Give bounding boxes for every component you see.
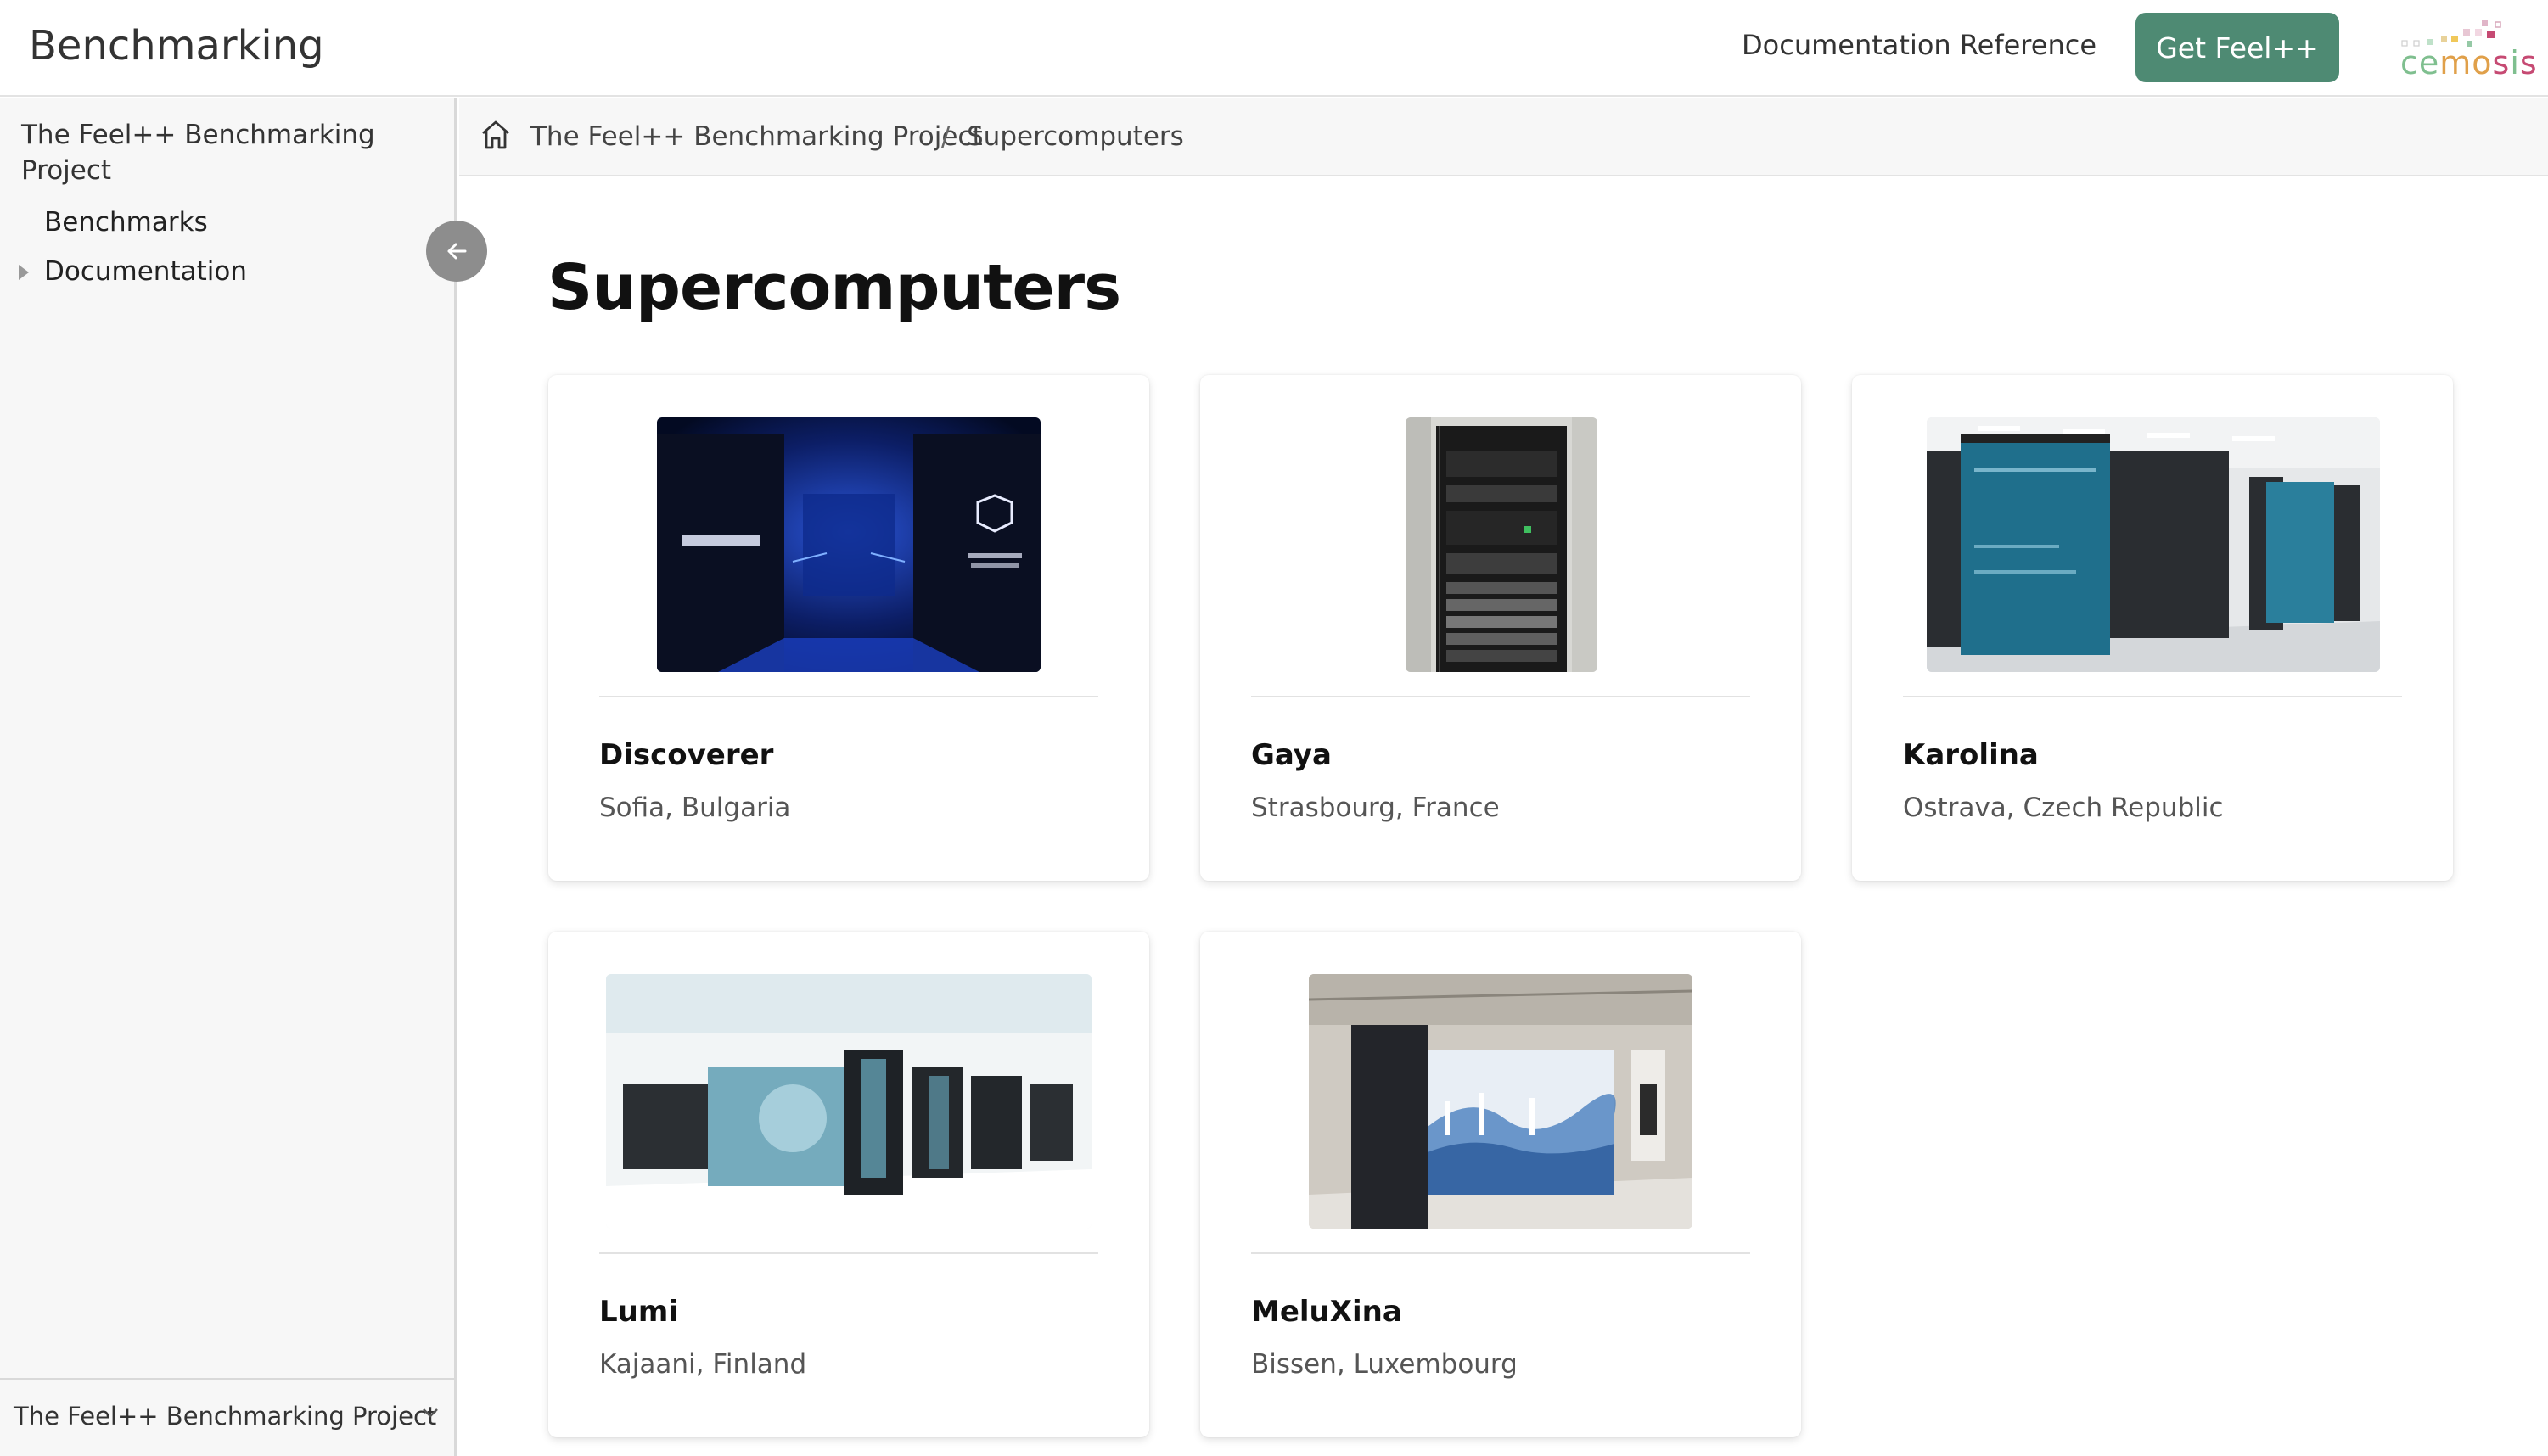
breadcrumb-project-link[interactable]: The Feel++ Benchmarking Project [530,121,983,152]
cemosis-logo[interactable]: cemosis [2394,17,2537,81]
site-brand[interactable]: Benchmarking [29,22,324,70]
supercomputer-card-gaya[interactable]: Gaya Strasbourg, France [1200,375,1801,881]
page-title: Supercomputers [547,251,1121,324]
sidebar-root-link[interactable]: The Feel++ Benchmarking Project [21,117,378,188]
sidebar-item-benchmarks[interactable]: Benchmarks [44,207,208,238]
card-location: Sofia, Bulgaria [599,792,791,823]
collapse-sidebar-button[interactable] [426,221,487,282]
supercomputer-card-meluxina[interactable]: MeluXina Bissen, Luxembourg [1200,932,1801,1437]
card-location: Kajaani, Finland [599,1349,807,1380]
card-title: Karolina [1903,738,2039,772]
breadcrumb: The Feel++ Benchmarking Project / Superc… [459,98,2548,176]
component-selector-label: The Feel++ Benchmarking Project [14,1402,437,1431]
discoverer-image [657,417,1041,672]
gaya-image [1406,417,1597,672]
card-title: Gaya [1251,738,1332,772]
documentation-reference-link[interactable]: Documentation Reference [1742,29,2096,61]
meluxina-image [1309,974,1692,1229]
card-divider [599,696,1098,697]
card-divider [1903,696,2402,697]
expand-caret-icon[interactable] [19,265,29,280]
card-location: Strasbourg, France [1251,792,1500,823]
chevron-down-icon [423,1408,438,1418]
breadcrumb-separator: / [941,121,951,152]
home-icon[interactable] [478,117,514,153]
card-title: Discoverer [599,738,774,772]
top-navbar: Benchmarking Documentation Reference Get… [0,0,2548,97]
card-divider [599,1252,1098,1254]
sidebar-component-selector[interactable]: The Feel++ Benchmarking Project [0,1378,454,1456]
card-divider [1251,1252,1750,1254]
supercomputer-card-karolina[interactable]: Karolina Ostrava, Czech Republic [1852,375,2453,881]
karolina-image [1927,417,2380,672]
card-location: Ostrava, Czech Republic [1903,792,2224,823]
sidebar: The Feel++ Benchmarking Project Benchmar… [0,98,457,1456]
supercomputer-card-lumi[interactable]: Lumi Kajaani, Finland [548,932,1149,1437]
get-feelpp-button[interactable]: Get Feel++ [2135,13,2339,82]
card-title: MeluXina [1251,1295,1402,1329]
logo-wordmark: cemosis [2400,44,2538,81]
card-divider [1251,696,1750,697]
lumi-image [606,974,1092,1229]
card-location: Bissen, Luxembourg [1251,1349,1518,1380]
sidebar-item-documentation[interactable]: Documentation [44,256,247,287]
breadcrumb-current-page: Supercomputers [967,121,1184,152]
supercomputer-card-discoverer[interactable]: Discoverer Sofia, Bulgaria [548,375,1149,881]
card-title: Lumi [599,1295,678,1329]
arrow-left-icon [447,243,467,260]
